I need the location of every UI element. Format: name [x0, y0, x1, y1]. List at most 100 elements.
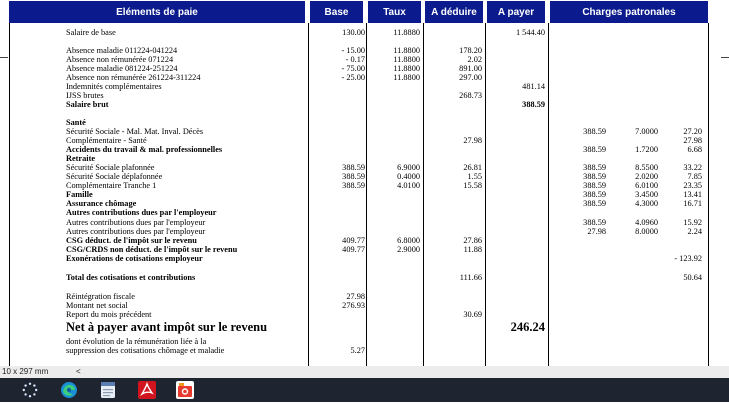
- row-label: IJSS brutes: [66, 91, 104, 100]
- cell-base: - 25.00: [341, 73, 365, 82]
- table-row: CSG déduct. de l'impôt sur le revenu 409.…: [0, 236, 729, 245]
- cell-base: - 15.00: [341, 46, 365, 55]
- cell-taux: 11.8800: [393, 46, 420, 55]
- cell-c2: 4.3000: [635, 199, 658, 208]
- row-label: Exonérations de cotisations employeur: [66, 254, 203, 263]
- cell-c1: 388.59: [583, 181, 606, 190]
- edge-browser-icon[interactable]: [60, 381, 78, 399]
- cell-taux: 0.4000: [397, 172, 420, 181]
- cell-base: - 0.17: [345, 55, 365, 64]
- cell-c3: 27.20: [683, 127, 702, 136]
- header-base: Base: [310, 1, 363, 23]
- table-row: Retraite: [0, 154, 729, 163]
- row-label: Santé: [66, 118, 86, 127]
- cell-c1: 388.59: [583, 127, 606, 136]
- table-row: Report du mois précédent 30.69: [0, 310, 729, 319]
- table-row: Accidents du travail & mal. professionne…: [0, 145, 729, 154]
- cell-c3: - 123.92: [674, 254, 702, 263]
- cell-ded: 11.88: [463, 245, 482, 254]
- cell-c3: 7.85: [687, 172, 702, 181]
- cell-taux: 11.8800: [393, 73, 420, 82]
- header-a-payer: A payer: [487, 1, 545, 23]
- row-label: Autres contributions dues par l'employeu…: [66, 208, 217, 217]
- page-size-bar: 10 x 297 mm <: [0, 366, 729, 378]
- cell-c2: 7.0000: [635, 127, 658, 136]
- header-a-deduire: A déduire: [425, 1, 483, 23]
- cell-c3: 16.71: [683, 199, 702, 208]
- taskbar: [0, 378, 729, 402]
- cell-c2: 1.7200: [635, 145, 658, 154]
- table-row: Autres contributions dues par l'employeu…: [0, 208, 729, 217]
- table-row: dont évolution de la rémunération liée à…: [0, 337, 729, 346]
- cell-ded: 891.00: [459, 64, 482, 73]
- cell-c2: 8.0000: [635, 227, 658, 236]
- table-row: Absence non rémunérée 071224 - 0.17 11.880…: [0, 55, 729, 64]
- header-a-deduire-label: A déduire: [431, 6, 477, 18]
- table-row: Indemnités complémentaires 481.14: [0, 82, 729, 91]
- cell-c2: 3.4500: [635, 190, 658, 199]
- table-row: Assurance chômage 388.59 4.3000 16.71: [0, 199, 729, 208]
- cell-base: - 75.00: [341, 64, 365, 73]
- table-row: Absence maladie 011224-041224 - 15.00 11.8…: [0, 46, 729, 55]
- payslip-document: Eléments de paie Base Taux A déduire A p…: [0, 0, 729, 366]
- table-row: Complémentaire - Santé 27.98 27.98: [0, 136, 729, 145]
- table-row: Salaire brut 388.59: [0, 100, 729, 109]
- cell-c2: 8.5500: [635, 163, 658, 172]
- cell-ded: 2.02: [467, 55, 482, 64]
- table-row: Complémentaire Tranche 1 388.59 4.0100 15.5…: [0, 181, 729, 190]
- table-row: Sécurité Sociale déplafonnée 388.59 0.4000…: [0, 172, 729, 181]
- notes-app-icon[interactable]: [99, 381, 117, 399]
- cell-c3: 13.41: [683, 190, 702, 199]
- cell-ded: 27.98: [463, 136, 482, 145]
- cell-ded: 27.86: [463, 236, 482, 245]
- cell-c1: 388.59: [583, 190, 606, 199]
- row-label: Absence non rémunérée 261224-311224: [66, 73, 201, 82]
- row-label: Sécurité Sociale - Mal. Mat. Inval. Décè…: [66, 127, 204, 136]
- row-label: CSG déduct. de l'impôt sur le revenu: [66, 236, 197, 245]
- cell-c2: 2.0200: [635, 172, 658, 181]
- cell-base: 409.77: [342, 245, 365, 254]
- row-label: Réintégration fiscale: [66, 292, 135, 301]
- cell-c3: 6.68: [687, 145, 702, 154]
- cell-pay: 388.59: [522, 100, 545, 109]
- row-label: Autres contributions dues par l'employeu…: [66, 218, 206, 227]
- cell-c3: 27.98: [683, 136, 702, 145]
- cell-c1: 388.59: [583, 145, 606, 154]
- row-label: Famille: [66, 190, 93, 199]
- row-label: suppression des cotisations chômage et m…: [66, 346, 225, 355]
- table-row: Autres contributions dues par l'employeu…: [0, 227, 729, 236]
- header-a-payer-label: A payer: [497, 6, 535, 18]
- header-elements: Eléments de paie: [9, 1, 305, 23]
- cell-pay: 246.24: [510, 320, 545, 334]
- header-charges: Charges patronales: [550, 1, 708, 23]
- table-row: IJSS brutes 268.73: [0, 91, 729, 100]
- row-label: Autres contributions dues par l'employeu…: [66, 227, 206, 236]
- cell-base: 276.93: [342, 301, 365, 310]
- row-label: Salaire brut: [66, 100, 109, 109]
- cell-ded: 111.66: [459, 273, 482, 282]
- cell-c3: 23.35: [683, 181, 702, 190]
- cell-c3: 15.92: [683, 218, 702, 227]
- row-label: Absence maladie 011224-041224: [66, 46, 178, 55]
- pdf-reader-icon[interactable]: [138, 381, 156, 399]
- cell-c3: 50.64: [683, 273, 702, 282]
- table-row: Sécurité Sociale plafonnée 388.59 6.9000 26…: [0, 163, 729, 172]
- scroll-left-arrow[interactable]: <: [76, 366, 81, 378]
- header-taux-label: Taux: [383, 6, 406, 18]
- image-viewer-icon[interactable]: [176, 381, 194, 399]
- cell-c1: 388.59: [583, 163, 606, 172]
- row-label: Absence maladie 081224-251224: [66, 64, 178, 73]
- cell-pay: 1 544.40: [515, 28, 545, 37]
- header-base-label: Base: [324, 6, 349, 18]
- header-elements-label: Eléments de paie: [116, 6, 198, 18]
- cell-pay: 481.14: [522, 82, 545, 91]
- start-icon[interactable]: [22, 382, 38, 398]
- table-row: CSG/CRDS non déduct. de l'impôt sur le r…: [0, 245, 729, 254]
- page-size-label: 10 x 297 mm: [2, 367, 49, 376]
- cell-taux: 6.8000: [397, 236, 420, 245]
- cell-taux: 11.8800: [393, 55, 420, 64]
- cell-base: 409.77: [342, 236, 365, 245]
- header-charges-label: Charges patronales: [582, 6, 676, 18]
- cell-base: 27.98: [346, 292, 365, 301]
- row-label: Accidents du travail & mal. professionne…: [66, 145, 223, 154]
